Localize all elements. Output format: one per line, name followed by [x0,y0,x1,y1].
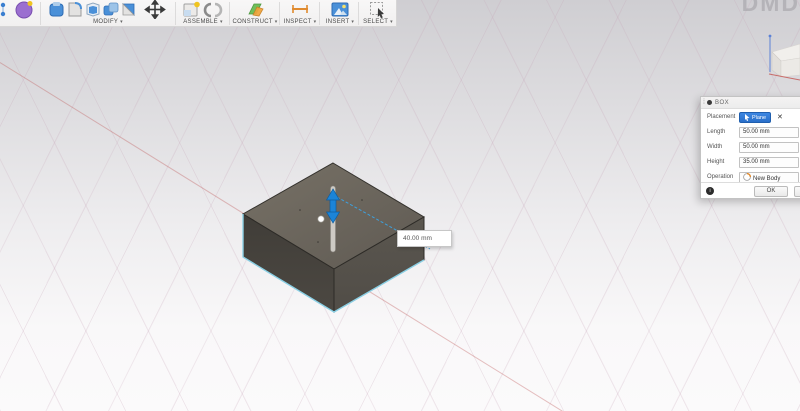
length-row: Length 50.00 mm [701,126,800,139]
construct-plane-icon[interactable] [245,1,265,18]
fusion360-window: DMD 40.00 mm MODIFY ▾ ASSEMBLE ▾ CONSTRU… [0,0,800,411]
center-point-handle[interactable] [317,215,325,223]
cancel-button[interactable]: Cancel [794,186,800,197]
move-icon[interactable] [143,0,167,19]
dialog-title: BOX [715,99,730,106]
new-component-icon[interactable] [183,1,201,18]
insert-menu[interactable]: INSERT ▾ [326,19,354,25]
box-command-icon [707,100,712,105]
chevron-down-icon: ▾ [313,19,317,25]
toolbar-group-modify: MODIFY ▾ [42,0,174,26]
box-dialog: ⁞ BOX Placement Plane ✕ Length 50.00 mm … [700,96,800,199]
height-input[interactable]: 35.00 mm [739,157,799,168]
dialog-titlebar[interactable]: ⁞ BOX [701,97,800,109]
operation-label: Operation [707,174,734,180]
new-body-icon [743,173,751,181]
modify-menu[interactable]: MODIFY ▾ [93,19,123,25]
split-body-icon[interactable] [121,1,137,18]
length-label: Length [707,129,726,135]
toolbar: MODIFY ▾ ASSEMBLE ▾ CONSTRUCT ▾ INSPECT … [0,0,397,27]
width-input[interactable]: 50.00 mm [739,142,799,153]
dialog-footer: i OK Cancel [701,182,800,198]
placement-label: Placement [707,114,736,120]
height-label: Height [707,159,725,165]
chevron-down-icon: ▾ [351,19,355,25]
cursor-icon [744,114,750,121]
toolbar-group-select: SELECT ▾ [360,0,396,26]
ok-button[interactable]: OK [754,186,788,197]
toolbar-group-construct: CONSTRUCT ▾ [231,0,279,26]
info-icon[interactable]: i [706,187,714,195]
sketch-icon[interactable] [0,1,12,19]
fillet-icon[interactable] [67,1,83,18]
assemble-menu[interactable]: ASSEMBLE ▾ [183,19,223,25]
height-row: Height 35.00 mm [701,156,800,169]
select-cursor-icon[interactable] [369,1,387,18]
chevron-down-icon: ▾ [219,19,223,25]
viewport-canvas[interactable] [0,0,800,411]
select-menu[interactable]: SELECT ▾ [363,19,393,25]
inspect-menu[interactable]: INSPECT ▾ [284,19,317,25]
placement-row: Placement Plane ✕ [701,111,800,124]
joint-icon[interactable] [203,1,223,18]
width-row: Width 50.00 mm [701,141,800,154]
shell-icon[interactable] [85,1,101,18]
measure-icon[interactable] [290,1,310,18]
toolbar-group-insert: INSERT ▾ [321,0,359,26]
close-icon[interactable]: ✕ [777,113,783,122]
combine-icon[interactable] [103,1,119,18]
insert-image-icon[interactable] [331,1,349,18]
dimension-value-input[interactable]: 40.00 mm [397,230,452,247]
length-input[interactable]: 50.00 mm [739,127,799,138]
width-label: Width [707,144,723,150]
chevron-down-icon: ▾ [120,19,123,25]
toolbar-group-inspect: INSPECT ▾ [281,0,319,26]
chevron-down-icon: ▾ [390,19,393,25]
placement-plane-chip[interactable]: Plane [739,112,771,123]
toolbar-group-create-partial [0,0,38,26]
toolbar-group-assemble: ASSEMBLE ▾ [177,0,229,26]
form-icon[interactable] [14,0,36,19]
press-pull-icon[interactable] [49,1,65,18]
chevron-down-icon: ▾ [274,19,278,25]
distant-component [768,34,800,81]
construct-menu[interactable]: CONSTRUCT ▾ [232,19,277,25]
